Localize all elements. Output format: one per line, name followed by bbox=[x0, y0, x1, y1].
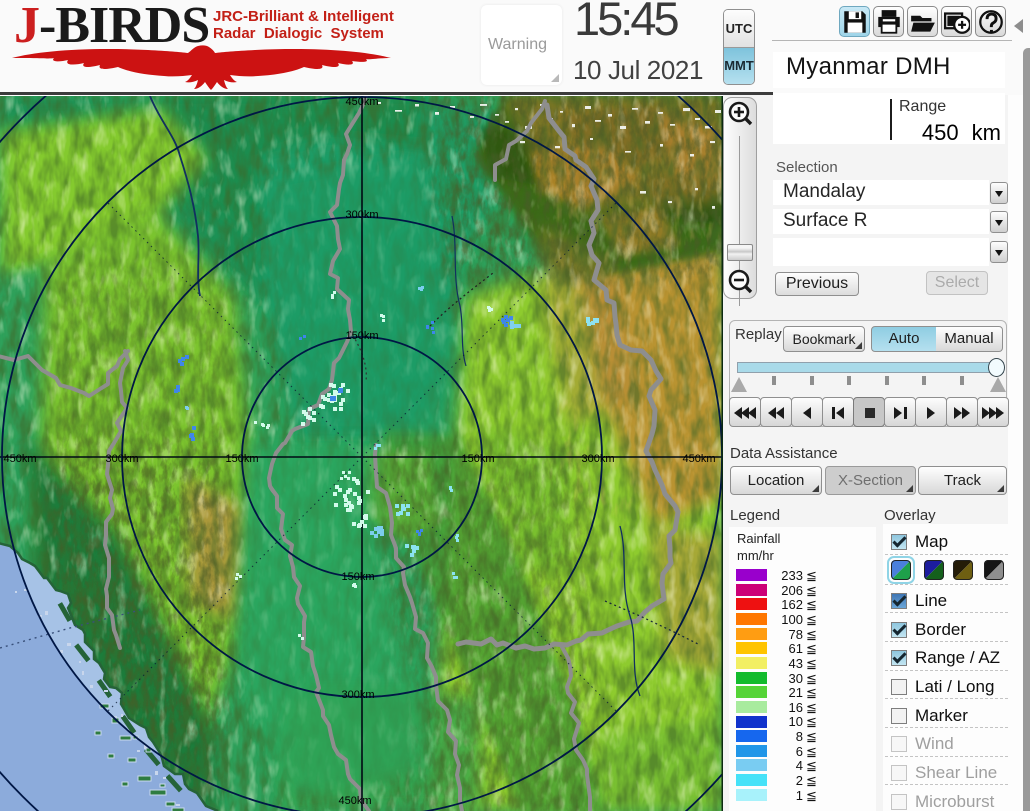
svg-text:150km: 150km bbox=[345, 330, 378, 342]
svg-text:450km: 450km bbox=[682, 453, 715, 465]
svg-text:300km: 300km bbox=[105, 453, 138, 465]
svg-text:450km: 450km bbox=[338, 795, 371, 807]
svg-text:300km: 300km bbox=[581, 453, 614, 465]
svg-text:150km: 150km bbox=[341, 571, 374, 583]
svg-text:150km: 150km bbox=[461, 453, 494, 465]
svg-text:300km: 300km bbox=[345, 209, 378, 221]
svg-text:150km: 150km bbox=[225, 453, 258, 465]
svg-text:450km: 450km bbox=[345, 96, 378, 108]
svg-text:450km: 450km bbox=[3, 453, 36, 465]
svg-text:300km: 300km bbox=[341, 689, 374, 701]
